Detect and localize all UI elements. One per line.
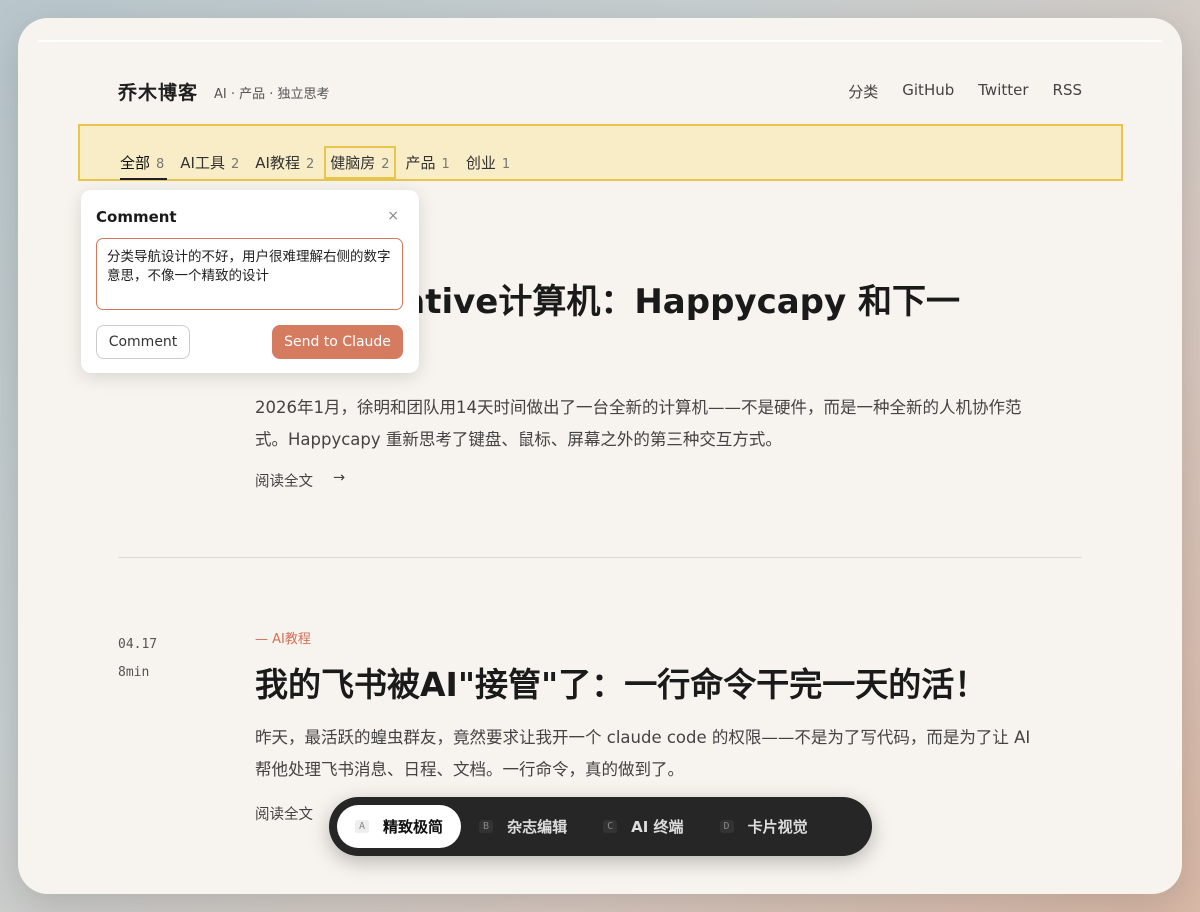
category-count: 8 [156,157,165,172]
category-label: 健脑房 [330,154,376,172]
comment-button[interactable]: Comment [96,325,190,359]
category-tab-ai-tutorial[interactable]: AI教程 2 [255,152,314,173]
post-divider [118,557,1082,558]
style-label: 精致极简 [383,818,444,836]
read-more-link[interactable]: 阅读全文 → [255,470,345,491]
top-nav: 分类 GitHub Twitter RSS [848,81,1082,102]
nav-rss[interactable]: RSS [1053,81,1082,102]
category-label: AI工具 [180,154,225,172]
popup-title: Comment [96,208,177,226]
category-tab-brain-gym[interactable]: 健脑房 2 [324,146,396,179]
style-option-a[interactable]: A 精致极简 [337,805,462,848]
category-bar-highlight: 全部 8 AI工具 2 AI教程 2 健脑房 2 产品 1 创业 1 [78,124,1123,181]
category-count: 2 [230,157,240,172]
post-excerpt: 昨天，最活跃的蝗虫群友，竟然要求让我开一个 claude code 的权限——不… [255,728,1031,779]
style-label: 卡片视觉 [747,818,808,836]
site-header: 乔木博客 AI · 产品 · 独立思考 分类 GitHub Twitter RS… [118,76,1082,106]
nav-categories[interactable]: 分类 [848,81,878,102]
category-count: 2 [381,157,390,172]
read-more-link[interactable]: 阅读全文 [255,803,313,824]
nav-twitter[interactable]: Twitter [978,81,1028,102]
category-tabs: 全部 8 AI工具 2 AI教程 2 健脑房 2 产品 1 创业 1 [120,146,510,180]
category-count: 1 [441,157,450,172]
read-more-label: 阅读全文 [255,807,313,823]
category-label: AI教程 [255,154,300,172]
browser-window: 乔木博客 AI · 产品 · 独立思考 分类 GitHub Twitter RS… [18,18,1182,894]
arrow-right-icon: → [333,470,346,486]
site-tagline: AI · 产品 · 独立思考 [214,87,330,102]
style-switcher: A 精致极简 B 杂志编辑 C AI 终端 D 卡片视觉 [329,797,872,856]
comment-popup: Comment × 分类导航设计的不好，用户很难理解右侧的数字意思，不像一个精致… [81,190,419,373]
style-key: C [603,820,618,833]
comment-textarea[interactable]: 分类导航设计的不好，用户很难理解右侧的数字意思，不像一个精致的设计 [96,238,403,310]
style-key: A [355,820,370,833]
style-label: AI 终端 [631,818,684,836]
read-more-label: 阅读全文 [255,474,313,490]
category-count: 1 [501,157,511,172]
post-title[interactable]: 我的飞书被AI"接管"了：一行命令干完一天的活！ [255,658,987,706]
post-read-time: 8min [118,665,150,680]
close-icon[interactable]: × [387,208,399,224]
post-date: 04.17 [118,637,158,652]
category-label: 产品 [405,154,436,172]
category-label: 全部 [120,154,151,172]
category-count: 2 [305,157,315,172]
style-option-c[interactable]: C AI 终端 [585,805,701,848]
post-meta: 04.17 8min [118,631,157,687]
post-excerpt: 2026年1月，徐明和团队用14天时间做出了一台全新的计算机——不是硬件，而是一… [255,398,1022,449]
style-option-b[interactable]: B 杂志编辑 [461,805,585,848]
category-tab-product[interactable]: 产品 1 [406,152,450,173]
category-tab-ai-tools[interactable]: AI工具 2 [180,152,239,173]
style-label: 杂志编辑 [507,818,568,836]
category-tab-all[interactable]: 全部 8 [120,152,168,180]
category-tab-startup[interactable]: 创业 1 [466,152,510,173]
send-to-claude-button[interactable]: Send to Claude [272,325,403,359]
top-divider [38,40,1162,42]
style-key: D [719,820,734,833]
nav-github[interactable]: GitHub [902,81,954,102]
site-brand[interactable]: 乔木博客 [118,78,198,105]
style-option-d[interactable]: D 卡片视觉 [702,805,826,848]
category-label: 创业 [465,154,496,172]
style-key: B [479,820,494,833]
post-category-tag[interactable]: — AI教程 [255,628,311,647]
